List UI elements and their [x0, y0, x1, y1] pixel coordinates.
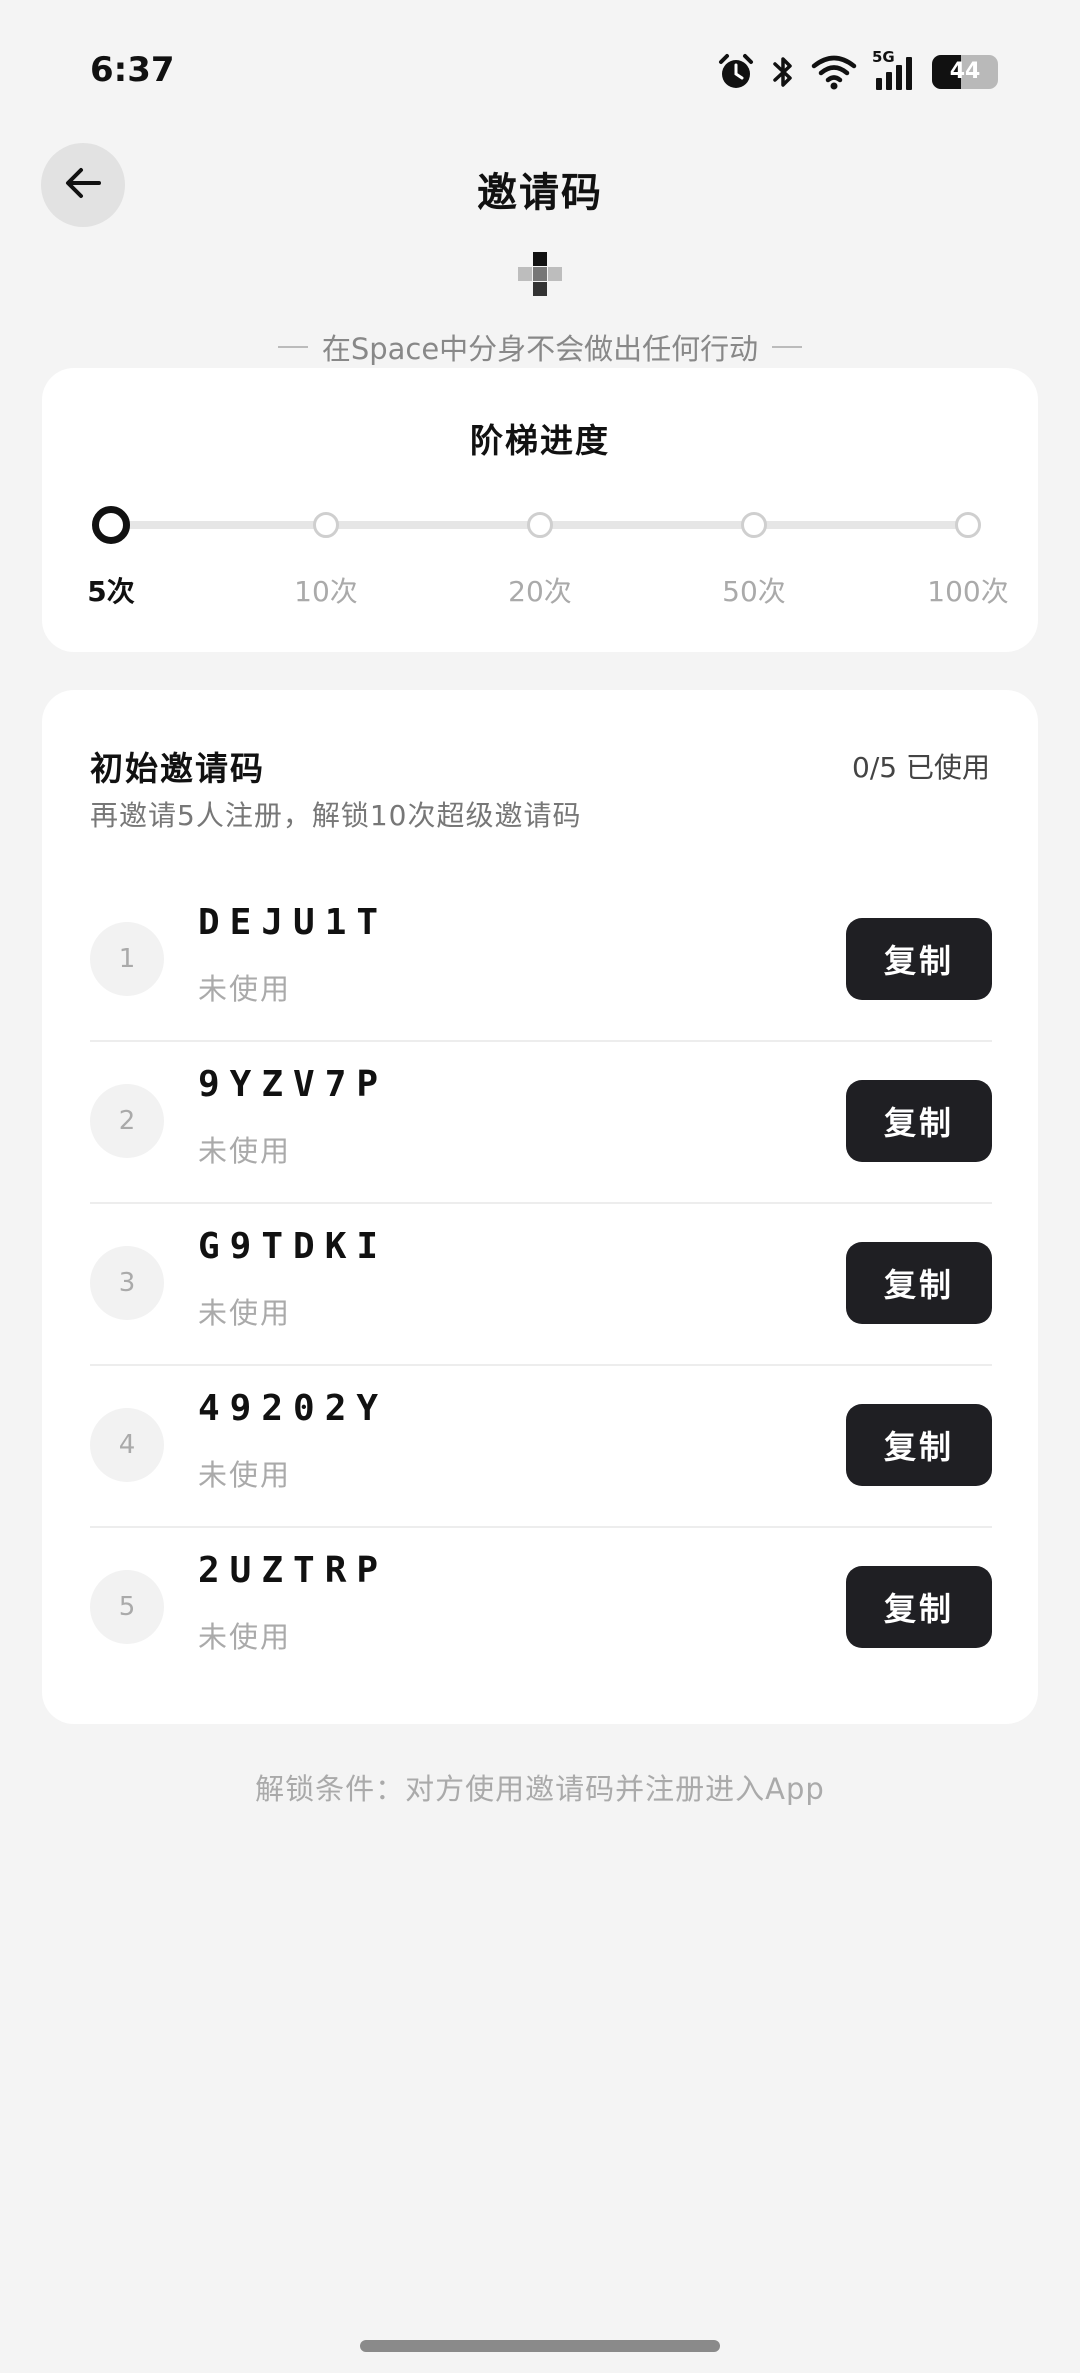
pixel-logo — [518, 252, 562, 296]
wifi-icon — [810, 52, 858, 92]
home-indicator[interactable] — [360, 2340, 720, 2352]
invite-code: 49202Y — [198, 1388, 389, 1429]
tagline-divider-right — [772, 346, 803, 348]
status-icons: 5G 44 — [716, 48, 998, 94]
codes-title: 初始邀请码 — [90, 749, 265, 788]
bluetooth-icon — [770, 52, 796, 92]
progress-step-dot-1 — [92, 506, 130, 544]
status-time: 6:37 — [90, 50, 175, 90]
tagline: 在Space中分身不会做出任何行动 — [0, 326, 1080, 368]
code-status: 未使用 — [198, 1134, 292, 1168]
unlock-condition-note: 解锁条件：对方使用邀请码并注册进入App — [255, 1772, 825, 1806]
signal-5g-icon: 5G — [872, 48, 918, 92]
code-index: 4 — [90, 1408, 164, 1482]
code-index: 2 — [90, 1084, 164, 1158]
code-status: 未使用 — [198, 1296, 292, 1330]
alarm-icon — [716, 52, 756, 92]
progress-step-label-4: 50次 — [722, 575, 786, 608]
copy-button[interactable]: 复制 — [846, 1566, 992, 1648]
invite-code: 9YZV7P — [198, 1064, 389, 1105]
page-title: 邀请码 — [477, 170, 603, 216]
progress-step-label-1: 5次 — [87, 575, 135, 608]
invite-code-row: 5 2UZTRP 未使用 复制 — [90, 1528, 992, 1690]
invite-code: G9TDKI — [198, 1226, 389, 1267]
progress-step-label-3: 20次 — [508, 575, 572, 608]
code-status: 未使用 — [198, 1620, 292, 1654]
copy-button[interactable]: 复制 — [846, 1242, 992, 1324]
copy-button[interactable]: 复制 — [846, 918, 992, 1000]
codes-usage-count: 0/5 已使用 — [852, 751, 990, 784]
invite-code-row: 1 DEJU1T 未使用 复制 — [90, 880, 992, 1042]
progress-step-dot-4 — [741, 512, 767, 538]
tagline-text: 在Space中分身不会做出任何行动 — [321, 332, 759, 366]
progress-step-label-5: 100次 — [927, 575, 1009, 608]
invite-code-screen: 6:37 5G 44 邀请码 在Space中分身不会做出任何行动 阶梯进度 5次… — [0, 0, 1080, 2373]
copy-button[interactable]: 复制 — [846, 1080, 992, 1162]
invite-code: 2UZTRP — [198, 1550, 389, 1591]
progress-step-label-2: 10次 — [294, 575, 358, 608]
progress-title: 阶梯进度 — [470, 421, 610, 460]
invite-code: DEJU1T — [198, 902, 389, 943]
invite-code-row: 2 9YZV7P 未使用 复制 — [90, 1042, 992, 1204]
code-status: 未使用 — [198, 972, 292, 1006]
code-index: 3 — [90, 1246, 164, 1320]
battery-icon: 44 — [932, 55, 998, 89]
invite-code-row: 3 G9TDKI 未使用 复制 — [90, 1204, 992, 1366]
battery-level: 44 — [949, 59, 981, 84]
invite-code-row: 4 49202Y 未使用 复制 — [90, 1366, 992, 1528]
tagline-divider-left — [277, 346, 308, 348]
progress-step-dot-5 — [955, 512, 981, 538]
progress-step-dot-2 — [313, 512, 339, 538]
code-index: 1 — [90, 922, 164, 996]
progress-step-dot-3 — [527, 512, 553, 538]
initial-invite-codes-card: 初始邀请码 0/5 已使用 再邀请5人注册，解锁10次超级邀请码 1 DEJU1… — [42, 690, 1038, 1724]
code-index: 5 — [90, 1570, 164, 1644]
status-bar: 6:37 5G 44 — [0, 0, 1080, 140]
codes-subtitle: 再邀请5人注册，解锁10次超级邀请码 — [90, 799, 582, 832]
copy-button[interactable]: 复制 — [846, 1404, 992, 1486]
code-status: 未使用 — [198, 1458, 292, 1492]
ladder-progress-card: 阶梯进度 5次 10次 20次 50次 100次 — [42, 368, 1038, 652]
